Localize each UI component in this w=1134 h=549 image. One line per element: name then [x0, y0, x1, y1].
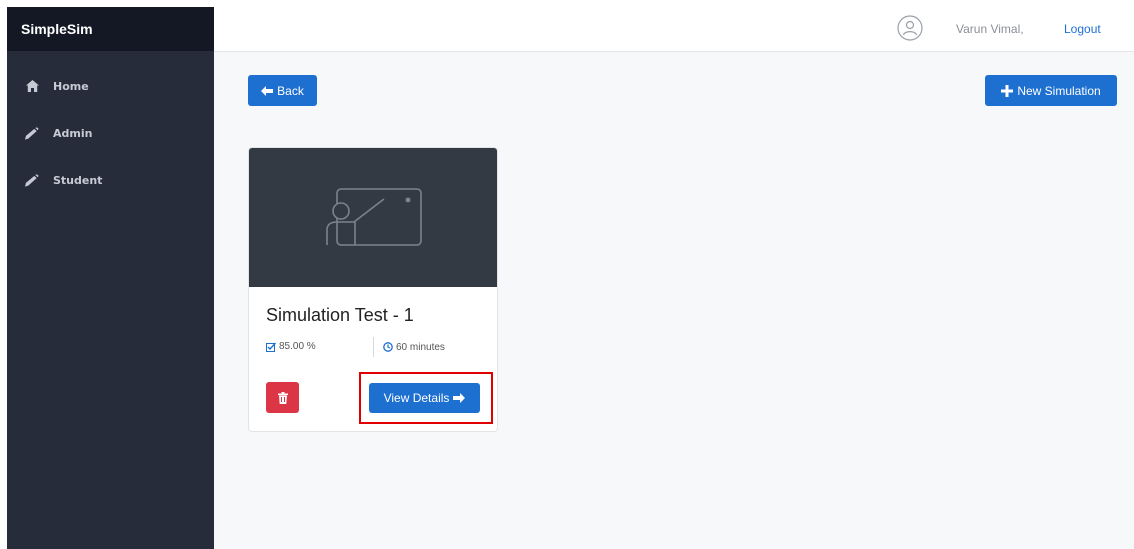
duration-stat: 60 minutes: [373, 337, 445, 357]
brand-title: SimpleSim: [7, 7, 214, 51]
plus-icon: [1001, 84, 1014, 97]
duration-value: 60 minutes: [396, 341, 445, 353]
score-stat: 85.00 %: [266, 341, 316, 352]
arrow-left-icon: [261, 85, 274, 96]
delete-button[interactable]: [266, 382, 299, 413]
clock-icon: [383, 342, 393, 352]
trash-icon: [277, 391, 288, 404]
logout-link[interactable]: Logout: [1064, 22, 1101, 36]
pencil-icon: [25, 126, 39, 140]
back-button-label: Back: [277, 83, 304, 98]
sidebar: SimpleSim Home Admin Student: [7, 7, 214, 549]
sidebar-item-label: Admin: [53, 126, 93, 140]
new-simulation-label: New Simulation: [1017, 83, 1101, 98]
sidebar-item-label: Home: [53, 79, 89, 93]
presentation-board-icon: [321, 186, 425, 255]
user-name: Varun Vimal,: [956, 22, 1024, 36]
pencil-icon: [25, 173, 39, 187]
top-bar: Varun Vimal, Logout: [214, 7, 1134, 52]
card-thumbnail: [249, 148, 497, 287]
app-frame: SimpleSim Home Admin Student Varun Vimal…: [7, 7, 1134, 549]
sidebar-item-student[interactable]: Student: [7, 169, 214, 191]
checkbox-icon: [266, 342, 276, 352]
sidebar-item-admin[interactable]: Admin: [7, 122, 214, 144]
sidebar-nav: Home Admin Student: [7, 51, 214, 191]
score-value: 85.00 %: [279, 341, 316, 352]
new-simulation-button[interactable]: New Simulation: [985, 75, 1117, 106]
home-icon: [25, 79, 39, 93]
highlight-box: [359, 372, 493, 424]
user-avatar-icon[interactable]: [897, 15, 923, 41]
sidebar-item-home[interactable]: Home: [7, 75, 214, 97]
sidebar-item-label: Student: [53, 173, 103, 187]
back-button[interactable]: Back: [248, 75, 317, 106]
card-title: Simulation Test - 1: [266, 305, 414, 325]
